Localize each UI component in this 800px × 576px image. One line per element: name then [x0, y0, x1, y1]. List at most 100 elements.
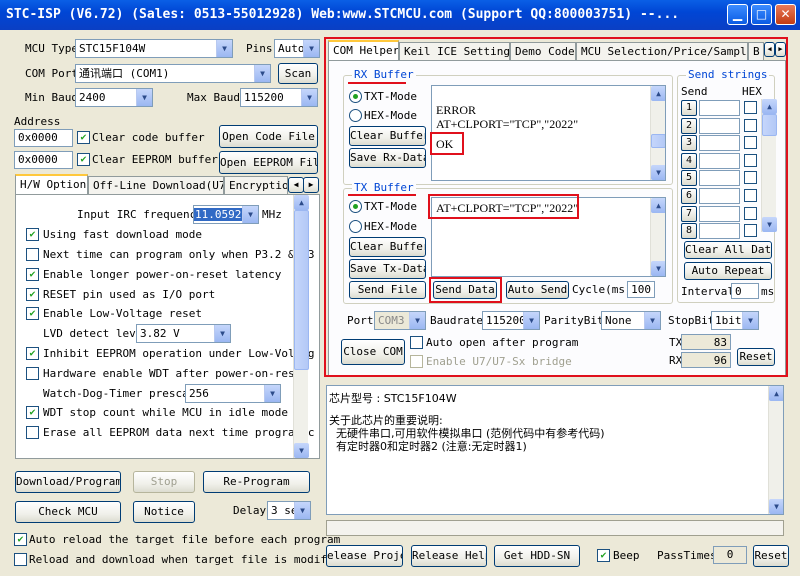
longer-reset-label: Enable longer power-on-reset latency [43, 268, 282, 281]
fast-download-checkbox[interactable]: ✔ [26, 228, 39, 241]
reset-pin-label: RESET pin used as I/O port [43, 288, 216, 301]
release-help-button[interactable]: Release Help [411, 545, 487, 567]
passtimes-value: 0 [713, 546, 747, 564]
min-baud-select[interactable]: 2400 ▼ [75, 88, 153, 107]
tab-hw-option[interactable]: H/W Option [15, 174, 88, 195]
scroll-down-icon[interactable]: ▼ [294, 443, 309, 458]
chip-note-2: 有定时器0和定时器2 (注意:无定时器1) [329, 440, 527, 453]
lvd-label: LVD detect leve [43, 327, 143, 340]
chevron-down-icon: ▼ [214, 325, 230, 342]
progress-bar [326, 520, 784, 536]
chip-model-line: 芯片型号 : STC15F104W [329, 392, 457, 405]
scroll-down-icon[interactable]: ▼ [769, 499, 783, 514]
reset-pin-checkbox[interactable]: ✔ [26, 288, 39, 301]
title-bar[interactable]: STC-ISP (V6.72) (Sales: 0513-55012928) W… [0, 0, 800, 30]
min-baud-value: 2400 [79, 91, 106, 104]
chevron-down-icon: ▼ [254, 65, 270, 82]
tab-offline-download[interactable]: Off-Line Download(U7) [88, 176, 224, 195]
low-voltage-checkbox[interactable]: ✔ [26, 307, 39, 320]
chip-info-text[interactable]: 芯片型号 : STC15F104W 关于此芯片的重要说明: 无硬件串口,可用软件… [326, 385, 784, 515]
wdt-prescale-select[interactable]: 256 ▼ [185, 384, 281, 403]
p32-label: Next time can program only when P3.2 & P… [43, 248, 315, 261]
chevron-down-icon: ▼ [136, 89, 152, 106]
hw-wdt-label: Hardware enable WDT after power-on-reset [43, 367, 308, 380]
irc-label: Input IRC frequency [77, 208, 203, 221]
delay-select[interactable]: 3 se ▼ [267, 501, 311, 520]
pins-label: Pins [246, 42, 273, 55]
erase-eeprom-label: Erase all EEPROM data next time program … [43, 426, 315, 439]
notice-button[interactable]: Notice [133, 501, 195, 523]
auto-reload-label: Auto reload the target file before each … [29, 533, 341, 546]
scroll-up-icon[interactable]: ▲ [769, 386, 783, 401]
chevron-down-icon: ▼ [294, 502, 310, 519]
max-baud-value: 115200 [244, 91, 284, 104]
low-voltage-label: Enable Low-Voltage reset [43, 307, 202, 320]
min-baud-label: Min Baud [25, 91, 78, 104]
address-label: Address [14, 115, 61, 128]
tab-scroll-left-icon[interactable]: ◀ [288, 177, 304, 193]
wdt-idle-checkbox[interactable]: ✔ [26, 406, 39, 419]
erase-eeprom-checkbox[interactable] [26, 426, 39, 439]
chevron-down-icon: ▼ [301, 89, 317, 106]
delay-label: Delay [233, 504, 267, 517]
stop-button[interactable]: Stop [133, 471, 195, 493]
clear-eeprom-label: Clear EEPROM buffer [92, 153, 218, 166]
passtimes-reset-button[interactable]: Reset [753, 545, 789, 567]
irc-select[interactable]: 11.0592 ▼ [193, 205, 259, 224]
get-hdd-sn-button[interactable]: Get HDD-SN [494, 545, 580, 567]
com-port-label: COM Port [25, 67, 78, 80]
chevron-down-icon: ▼ [303, 40, 319, 57]
wdt-prescale-value: 256 [189, 387, 209, 400]
reload-modified-checkbox[interactable] [14, 553, 27, 566]
check-mcu-button[interactable]: Check MCU [15, 501, 121, 523]
scrollbar-thumb[interactable] [294, 210, 309, 370]
open-code-file-button[interactable]: Open Code File [219, 125, 318, 148]
longer-reset-checkbox[interactable]: ✔ [26, 268, 39, 281]
max-baud-select[interactable]: 115200 ▼ [240, 88, 318, 107]
passtimes-label: PassTimes [657, 549, 717, 562]
p32-checkbox[interactable] [26, 248, 39, 261]
com-port-select[interactable]: 通讯端口 (COM1) ▼ [75, 64, 271, 83]
chip-note-1: 无硬件串口,可用软件模拟串口 (范例代码中有参考代码) [329, 427, 605, 440]
tab-scroll-right-icon[interactable]: ▶ [303, 177, 319, 193]
irc-unit: MHz [262, 208, 282, 221]
clear-eeprom-checkbox[interactable]: ✔ [77, 153, 90, 166]
com-port-value: 通讯端口 (COM1) [79, 67, 170, 80]
hw-option-panel: Input IRC frequency 11.0592 ▼ MHz ✔ Using… [15, 194, 320, 459]
scan-button[interactable]: Scan [278, 63, 318, 84]
wdt-prescale-label: Watch-Dog-Timer prescal [43, 387, 196, 400]
chevron-down-icon: ▼ [264, 385, 280, 402]
close-icon[interactable]: ✕ [775, 4, 796, 25]
re-program-button[interactable]: Re-Program [203, 471, 310, 493]
inhibit-eeprom-checkbox[interactable]: ✔ [26, 347, 39, 360]
wdt-idle-label: WDT stop count while MCU in idle mode [43, 406, 289, 419]
lvd-value: 3.82 V [140, 327, 180, 340]
open-eeprom-file-button[interactable]: Open EEPROM File [219, 151, 318, 174]
chevron-down-icon: ▼ [216, 40, 232, 57]
beep-checkbox[interactable]: ✔ [597, 549, 610, 562]
release-project-button[interactable]: elease Projec [326, 545, 403, 567]
clear-code-label: Clear code buffer [92, 131, 205, 144]
scroll-up-icon[interactable]: ▲ [294, 195, 309, 210]
lvd-select[interactable]: 3.82 V ▼ [136, 324, 231, 343]
maximize-icon[interactable]: □ [751, 4, 772, 25]
pins-value: Auto [278, 42, 305, 55]
chip-notes-title: 关于此芯片的重要说明: [329, 414, 443, 427]
clear-code-checkbox[interactable]: ✔ [77, 131, 90, 144]
hw-wdt-checkbox[interactable] [26, 367, 39, 380]
window-title: STC-ISP (V6.72) (Sales: 0513-55012928) W… [6, 7, 680, 22]
fast-download-label: Using fast download mode [43, 228, 202, 241]
tab-encryption[interactable]: Encryption [224, 176, 288, 195]
download-program-button[interactable]: Download/Program [15, 471, 121, 493]
inhibit-eeprom-label: Inhibit EEPROM operation under Low-Volta… [43, 347, 315, 360]
auto-reload-checkbox[interactable]: ✔ [14, 533, 27, 546]
chevron-down-icon: ▼ [242, 206, 258, 223]
info-scrollbar[interactable]: ▲ ▼ [768, 386, 783, 514]
eeprom-address-input[interactable]: 0x0000 [14, 151, 73, 169]
mcu-type-value: STC15F104W [79, 42, 146, 55]
pins-select[interactable]: Auto ▼ [274, 39, 320, 58]
code-address-input[interactable]: 0x0000 [14, 129, 73, 147]
mcu-type-select[interactable]: STC15F104W ▼ [75, 39, 233, 58]
minimize-icon[interactable]: ▁ [727, 4, 748, 25]
options-scrollbar[interactable]: ▲ ▼ [293, 195, 309, 458]
